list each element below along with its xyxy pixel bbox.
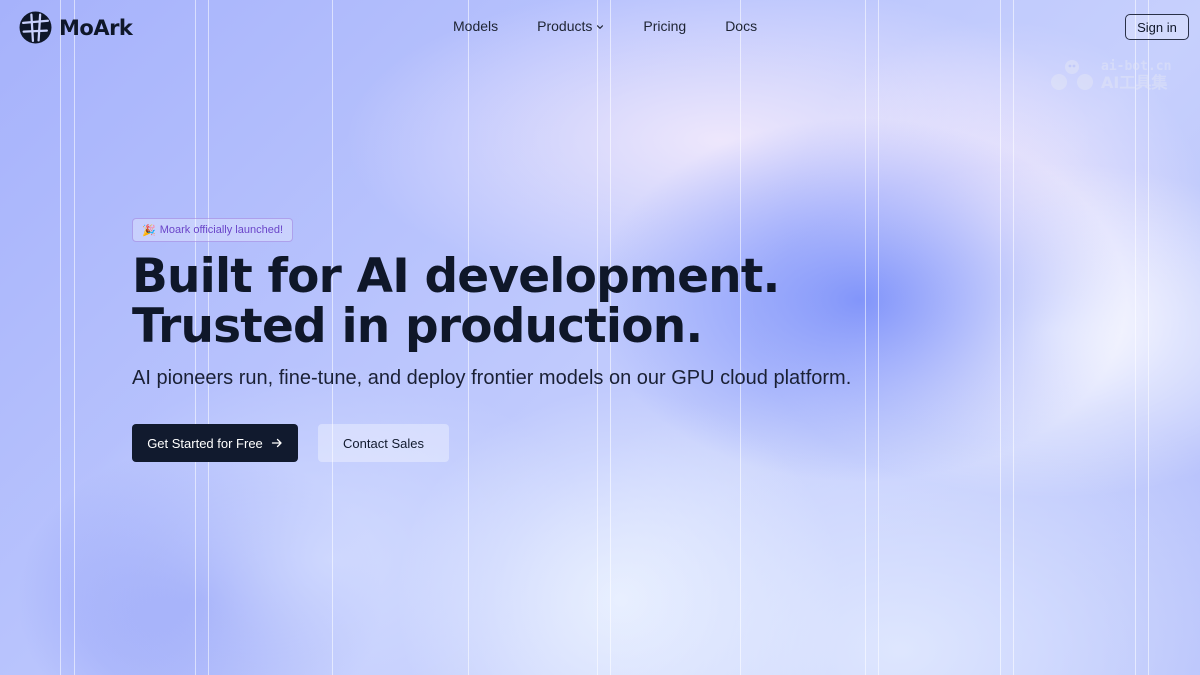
hero-headline-line-1: Built for AI development.: [132, 249, 780, 304]
get-started-button[interactable]: Get Started for Free: [132, 424, 298, 462]
nav-item-products[interactable]: Products: [537, 18, 604, 34]
party-popper-icon: 🎉: [142, 224, 156, 237]
globe-grid-icon: [19, 11, 52, 44]
contact-sales-button[interactable]: Contact Sales: [318, 424, 449, 462]
launch-badge[interactable]: 🎉 Moark officially launched!: [132, 218, 294, 242]
watermark-domain: ai-bot.cn: [1101, 58, 1172, 74]
sign-in-button[interactable]: Sign in: [1125, 14, 1189, 40]
top-nav: Models Products Pricing Docs: [453, 18, 757, 34]
nav-item-models[interactable]: Models: [453, 18, 498, 34]
brand-logo[interactable]: MoArk: [19, 11, 133, 44]
nav-item-label: Pricing: [643, 18, 687, 34]
nav-item-docs[interactable]: Docs: [725, 18, 757, 34]
hero-headline: Built for AI development. Trusted in pro…: [132, 252, 780, 352]
robot-mascot-icon: [1051, 60, 1093, 90]
decor-line: [1000, 0, 1001, 675]
decor-line: [1013, 0, 1014, 675]
get-started-label: Get Started for Free: [147, 435, 263, 451]
decor-line: [878, 0, 879, 675]
decor-line: [1148, 0, 1149, 675]
chevron-down-icon: [597, 24, 604, 29]
hero-headline-line-2: Trusted in production.: [132, 299, 703, 354]
watermark: ai-bot.cn AI工具集: [1049, 58, 1171, 92]
arrow-right-icon: [271, 438, 282, 448]
nav-item-label: Docs: [725, 18, 758, 34]
nav-item-pricing[interactable]: Pricing: [643, 18, 686, 34]
nav-item-label: Products: [537, 18, 593, 34]
landing-page: MoArk Models Products Pricing Docs Sign …: [0, 0, 1200, 675]
brand-name: MoArk: [59, 15, 133, 40]
decor-line: [74, 0, 75, 675]
decor-line: [865, 0, 866, 675]
watermark-title: AI工具集: [1101, 72, 1168, 92]
launch-badge-text: Moark officially launched!: [159, 224, 284, 236]
nav-item-label: Models: [453, 18, 499, 34]
hero-subtitle: AI pioneers run, fine-tune, and deploy f…: [132, 367, 852, 389]
decor-line: [1135, 0, 1136, 675]
decor-line: [60, 0, 61, 675]
